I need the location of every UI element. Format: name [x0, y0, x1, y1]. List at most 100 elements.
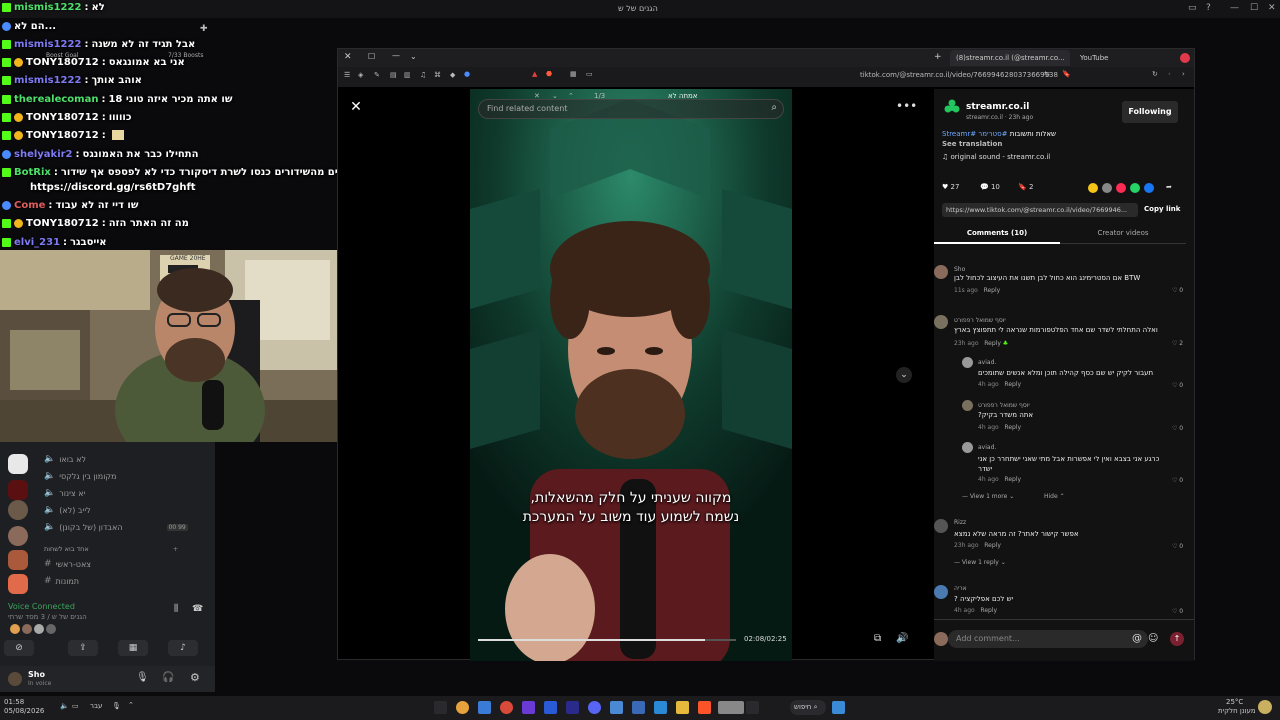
channel-item[interactable]: # תמונות	[44, 576, 79, 586]
reply-button[interactable]: Reply	[1004, 424, 1021, 431]
video-progress-bar[interactable]	[478, 639, 736, 641]
tab-list-icon[interactable]: ⌄	[410, 52, 417, 61]
channel-item[interactable]: 🔈 מקומון בין גלקסי	[44, 471, 116, 481]
screen-share-button[interactable]: ⇪	[68, 640, 98, 656]
share-arrow-icon[interactable]: ➦	[1166, 183, 1172, 191]
app-icon[interactable]	[500, 701, 513, 714]
author-name[interactable]: streamr.co.il	[966, 102, 1029, 112]
search-input[interactable]: Find related content ⌕	[478, 99, 784, 119]
shield-icon[interactable]: ◈	[358, 71, 363, 79]
brave-icon[interactable]	[698, 701, 711, 714]
post-comment-button[interactable]: ↑	[1170, 632, 1184, 646]
app-icon[interactable]	[456, 701, 469, 714]
comment-author[interactable]: יוסף שמואל רפפורט	[954, 317, 1006, 324]
avatar[interactable]	[46, 624, 56, 634]
comment-like[interactable]: ♡ 0	[1172, 608, 1183, 615]
reply-button[interactable]: Reply	[980, 607, 997, 614]
comment-author[interactable]: Rizz	[954, 519, 966, 526]
server-icon[interactable]	[8, 454, 28, 474]
video-player[interactable]	[470, 89, 792, 661]
more-options-icon[interactable]: •••	[896, 99, 917, 115]
comment-like[interactable]: ♡ 0	[1172, 543, 1183, 550]
avatar[interactable]	[962, 442, 973, 453]
add-user-icon[interactable]: ✚	[200, 24, 208, 34]
app-icon[interactable]	[434, 701, 447, 714]
add-channel-icon[interactable]: +	[173, 545, 178, 553]
pen-icon[interactable]: ✎	[374, 71, 380, 79]
close-browser-icon[interactable]: ✕	[344, 52, 352, 62]
panel-icon[interactable]: ▥	[404, 71, 411, 79]
language-indicator[interactable]: עבר	[90, 702, 102, 710]
emoji-icon[interactable]: ☺	[1148, 633, 1158, 644]
channel-item[interactable]: 🔈 האבדון (של בקונן) 00 99	[44, 522, 188, 532]
view-replies[interactable]: — View 1 reply ⌄	[954, 559, 1006, 566]
sound-link[interactable]: ♫ original sound - streamr.co.il	[942, 153, 1050, 161]
reply-button[interactable]: Reply	[984, 287, 1001, 294]
avatar[interactable]	[962, 400, 973, 411]
diamond-icon[interactable]: ◆	[450, 71, 455, 79]
signal-icon[interactable]: ⫼	[174, 604, 178, 614]
reader-icon[interactable]: ▦	[570, 70, 577, 78]
see-translation-link[interactable]: See translation	[942, 140, 1002, 148]
sidebar-icon[interactable]: ▤	[390, 71, 397, 79]
view-more-replies[interactable]: — View 1 more ⌄	[962, 493, 1014, 500]
facebook-icon[interactable]	[1144, 183, 1154, 193]
settings-gear-icon[interactable]: ⚙	[190, 671, 200, 684]
premiere-icon[interactable]	[522, 701, 535, 714]
photoshop-icon[interactable]	[544, 701, 557, 714]
screen-icon[interactable]: ▭	[586, 70, 593, 78]
app-icon[interactable]	[654, 701, 667, 714]
following-button[interactable]: Following	[1122, 101, 1178, 123]
video-link-field[interactable]: https://www.tiktok.com/@streamr.co.il/vi…	[942, 203, 1138, 217]
embed-icon[interactable]	[1102, 183, 1112, 193]
avatar[interactable]	[8, 672, 22, 686]
channel-category[interactable]: אחד בוא לשחות +	[44, 545, 178, 553]
comment-author[interactable]: אריה	[954, 585, 967, 592]
author-avatar[interactable]	[944, 99, 960, 115]
hashtags[interactable]: #סטרימר #Streamr	[942, 130, 1007, 138]
channel-item[interactable]: 🔈 לא בואו	[44, 454, 86, 464]
add-comment-input[interactable]: Add comment...	[948, 630, 1148, 648]
avatar[interactable]	[934, 265, 948, 279]
soundboard-button[interactable]: ♪	[168, 640, 198, 656]
back-icon[interactable]: ‹	[1168, 70, 1171, 78]
volume-icon[interactable]: 🔊	[896, 633, 908, 644]
comment-button[interactable]: 💬 10	[980, 183, 1000, 191]
comment-like[interactable]: ♡ 0	[1172, 382, 1183, 389]
app-icon[interactable]	[746, 701, 759, 714]
search-icon[interactable]: ⌕	[771, 102, 777, 113]
activities-button[interactable]: ▦	[118, 640, 148, 656]
weather-temp[interactable]: 25°C	[1226, 698, 1243, 706]
tab-active[interactable]: (8)streamr.co.il (@streamr.co...	[950, 50, 1070, 66]
clock-date[interactable]: 05/08/2026	[4, 707, 44, 715]
headphones-icon[interactable]: 🎧	[162, 672, 174, 683]
server-icon[interactable]	[8, 574, 28, 594]
file-explorer-icon[interactable]	[676, 701, 689, 714]
minimize-button[interactable]: —	[1230, 3, 1239, 13]
menu-icon[interactable]: ☰	[344, 71, 350, 79]
forward-icon[interactable]: ›	[1182, 70, 1185, 78]
channel-item[interactable]: 🔈 יא צינור	[44, 488, 85, 498]
new-tab-icon[interactable]: +	[934, 52, 942, 62]
avatar[interactable]	[962, 357, 973, 368]
reply-button[interactable]: Reply	[984, 340, 1001, 347]
bookmark-icon[interactable]: 🔖	[1062, 70, 1071, 78]
network-icon[interactable]: ▭	[72, 702, 79, 710]
close-video-button[interactable]: ✕	[348, 99, 364, 115]
whatsapp-icon[interactable]	[1130, 183, 1140, 193]
app-icon[interactable]	[610, 701, 623, 714]
reply-button[interactable]: Reply	[984, 542, 1001, 549]
app-icon[interactable]	[478, 701, 491, 714]
brave-icon[interactable]: ⬣	[546, 70, 552, 78]
avatar[interactable]	[934, 585, 948, 599]
copy-link-button[interactable]: Copy link	[1144, 205, 1180, 213]
music-icon[interactable]: ♫	[420, 71, 426, 79]
share-page-icon[interactable]: ⇆	[1044, 70, 1050, 78]
avatar[interactable]	[10, 624, 20, 634]
tab-creator-videos[interactable]: Creator videos	[1060, 226, 1186, 244]
volume-icon[interactable]: 🔈	[60, 702, 69, 710]
comment-like[interactable]: ♡ 0	[1172, 287, 1183, 294]
reply-button[interactable]: Reply	[1004, 381, 1021, 388]
warning-icon[interactable]: ▲	[532, 70, 537, 78]
disconnect-icon[interactable]: ☎	[192, 604, 203, 614]
